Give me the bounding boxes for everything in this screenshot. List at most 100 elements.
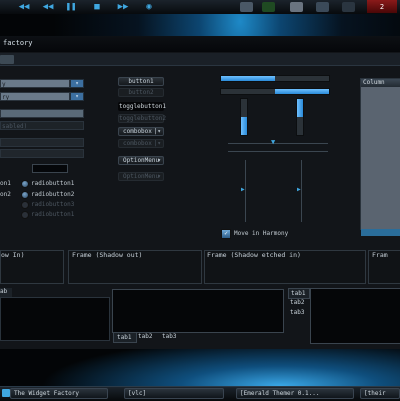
column-header-text: Column xyxy=(363,79,385,86)
togglebutton2: togglebutton2 xyxy=(118,114,166,123)
taskbar-item-label: [their xyxy=(364,390,386,397)
network-icon[interactable] xyxy=(316,2,329,12)
notebook-bottom-tabs xyxy=(112,289,284,333)
tab-tab3[interactable]: tab3 xyxy=(162,333,176,340)
radio-button-2[interactable] xyxy=(21,191,29,199)
vscale-2-slider[interactable]: ▶ xyxy=(297,186,301,193)
taskbar-item-widget-factory[interactable]: The Widget Factory xyxy=(10,388,108,399)
combo-entry-2[interactable]: ry xyxy=(0,92,70,101)
tray-icon[interactable] xyxy=(342,2,355,12)
notebook-left-tab[interactable]: ab xyxy=(0,288,12,297)
togglebutton1[interactable]: togglebutton1 xyxy=(118,102,166,111)
text-entry[interactable] xyxy=(0,138,84,147)
chevron-down-icon[interactable]: ▾ xyxy=(70,92,84,101)
app-icon[interactable] xyxy=(2,389,10,397)
vscale-1-slider[interactable]: ▶ xyxy=(241,186,245,193)
hscale[interactable] xyxy=(228,143,328,144)
progressbar-v-1 xyxy=(240,98,248,136)
radio-button-4 xyxy=(21,211,29,219)
partial-radio-label: on2 xyxy=(0,191,11,198)
frame-shadow-in-label: ow In) xyxy=(1,251,25,259)
tab-tab2[interactable]: tab2 xyxy=(138,333,152,340)
partial-radio-label: on1 xyxy=(0,180,11,187)
optionmenu-2-text: OptionMenu xyxy=(123,173,160,180)
radio-label-4: radiobutton1 xyxy=(31,211,75,218)
combobox-1[interactable]: combobox |▾ xyxy=(118,127,164,136)
combobox-2: combobox |▾ xyxy=(118,139,164,148)
combo-entry-1-text: y xyxy=(2,81,6,88)
side-tab-tab3[interactable]: tab3 xyxy=(290,309,304,316)
chevron-down-icon: |▾ xyxy=(153,128,161,135)
button1[interactable]: button1 xyxy=(118,77,164,86)
tab-tab1-label: tab1 xyxy=(117,334,132,341)
toolbar-button[interactable] xyxy=(0,55,14,64)
radio-button-3 xyxy=(21,201,29,209)
radio-button-1[interactable] xyxy=(21,180,29,188)
toolbar xyxy=(0,53,400,66)
taskbar-item-label: [Emerald Themer 0.1... xyxy=(240,390,320,397)
button2: button2 xyxy=(118,88,164,97)
radio-label-3: radiobutton3 xyxy=(31,201,75,208)
chevron-down-icon[interactable]: ▾ xyxy=(70,79,84,88)
notebook-side-tabs xyxy=(310,288,400,344)
move-in-harmony-checkbox[interactable]: ✓ xyxy=(221,229,231,239)
frame-shadow-etched-in-label: Frame (Shadow etched in) xyxy=(207,251,301,259)
side-tab-tab2[interactable]: tab2 xyxy=(290,299,304,306)
progressbar-v-1-fill xyxy=(241,117,247,135)
forward-icon[interactable]: ▶▶ xyxy=(118,1,129,12)
prev-icon[interactable]: ◀◀ xyxy=(18,1,30,12)
vscale-2[interactable] xyxy=(301,160,302,222)
combobox-1-text: combobox xyxy=(123,128,152,135)
progressbar-v-2-fill xyxy=(297,99,303,117)
combo-entry-2-text: ry xyxy=(2,94,10,101)
taskbar-item-label: The Widget Factory xyxy=(14,390,80,397)
nvidia-icon[interactable] xyxy=(262,2,275,12)
folder-icon[interactable] xyxy=(290,2,303,12)
combo-entry-1[interactable]: y xyxy=(0,79,70,88)
radio-label-2: radiobutton2 xyxy=(31,191,75,198)
progressbar-h-1 xyxy=(220,75,330,82)
optionmenu-1-text: OptionMenu xyxy=(123,157,160,164)
hscale-slider[interactable]: ▼ xyxy=(271,138,275,146)
taskbar-item-vlc[interactable]: [vlc] xyxy=(124,388,224,399)
frame-4-label: Fram xyxy=(372,251,388,259)
top-panel: ◀◀ ◀◀ ❚❚ ■ ▶▶ ◉ 2 xyxy=(0,0,400,15)
rewind-icon[interactable]: ◀◀ xyxy=(42,1,54,12)
taskbar-item-emerald-themer[interactable]: [Emerald Themer 0.1... xyxy=(236,388,354,399)
spin-entry[interactable] xyxy=(0,109,84,118)
radio-label-1: radiobutton1 xyxy=(31,180,75,187)
vscale-1[interactable] xyxy=(245,160,246,222)
notebook-left-tab-label: ab xyxy=(0,288,8,295)
pause-icon[interactable]: ❚❚ xyxy=(66,1,77,12)
optionmenu-2: OptionMenu ▾ xyxy=(118,172,164,181)
combobox-2-text: combobox xyxy=(123,140,152,147)
optionmenu-1[interactable]: OptionMenu ▾ xyxy=(118,156,164,165)
stop-icon[interactable]: ■ xyxy=(92,1,102,12)
side-tab-tab1[interactable]: tab1 xyxy=(288,288,310,299)
tab-tab1[interactable]: tab1 xyxy=(113,332,137,343)
chevron-down-icon: ▾ xyxy=(157,157,161,164)
eject-icon[interactable]: ◉ xyxy=(143,1,155,12)
progressbar-v-2 xyxy=(296,98,304,136)
chevron-down-icon: ▾ xyxy=(157,173,161,180)
progressbar-h-2-fill xyxy=(275,89,329,94)
progressbar-h-2 xyxy=(220,88,330,95)
text-entry-2[interactable] xyxy=(0,149,84,158)
entry-disabled: sabled) xyxy=(0,121,84,130)
window-titlebar[interactable] xyxy=(0,36,400,52)
column-header[interactable]: Column xyxy=(361,79,400,87)
clock-text: 2 xyxy=(379,2,385,11)
clock[interactable]: 2 xyxy=(367,0,397,13)
notebook-left xyxy=(0,297,110,341)
tree-view[interactable] xyxy=(360,78,400,230)
side-tab-tab1-label: tab1 xyxy=(291,290,306,297)
tree-scrollbar[interactable] xyxy=(361,229,400,236)
hscale-2[interactable] xyxy=(228,151,328,152)
progressbar-h-1-fill xyxy=(221,76,275,81)
entry-disabled-text: sabled) xyxy=(2,123,28,130)
spinbutton[interactable] xyxy=(32,164,68,173)
frame-shadow-out-label: Frame (Shadow out) xyxy=(72,251,143,259)
chevron-down-icon: |▾ xyxy=(153,140,161,147)
monitor-icon[interactable] xyxy=(240,2,253,12)
taskbar-item-their[interactable]: [their xyxy=(360,388,400,399)
